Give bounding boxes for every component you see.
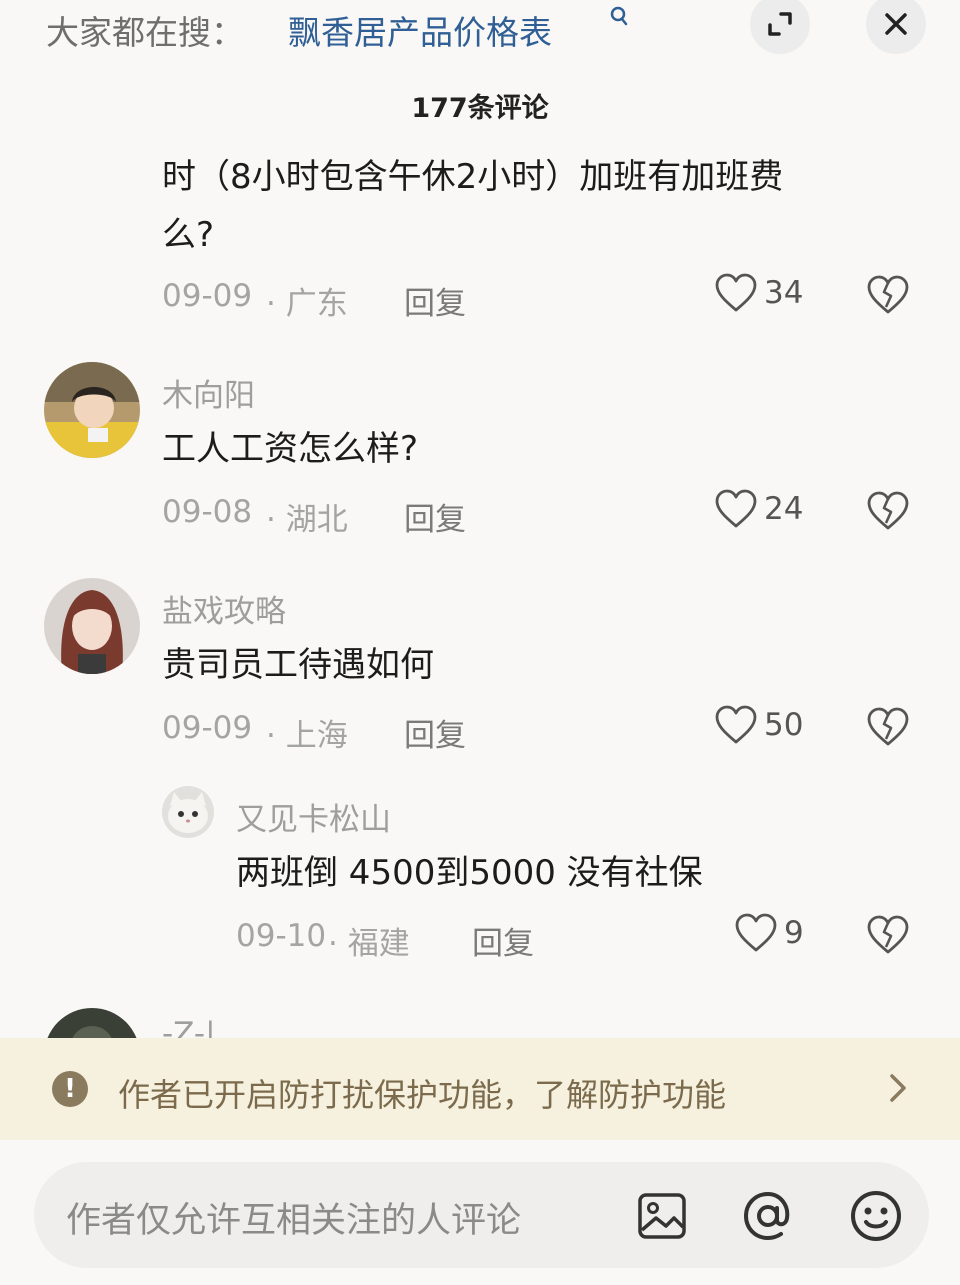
comment-date: 09-10	[236, 918, 327, 954]
search-hint-label: 大家都在搜：	[46, 13, 244, 52]
comment-location: · 湖北	[266, 502, 348, 538]
dislike-broken-heart-icon[interactable]	[866, 706, 910, 748]
comment-count-title: 177条评论	[411, 93, 549, 124]
like-button[interactable]: 50	[714, 704, 803, 746]
mention-at-icon[interactable]	[740, 1188, 796, 1244]
expand-button[interactable]	[750, 0, 810, 54]
username[interactable]: 木向阳	[162, 370, 255, 415]
like-count: 34	[764, 275, 804, 311]
comment-text: 工人工资怎么样?	[162, 429, 419, 469]
like-count: 9	[784, 915, 804, 951]
close-icon	[885, 13, 907, 35]
comment-location: · 广东	[266, 286, 348, 322]
username[interactable]: 盐戏攻略	[162, 586, 286, 631]
like-button[interactable]: 34	[714, 272, 803, 314]
username[interactable]: 又见卡松山	[236, 794, 391, 839]
comment-date: 09-08	[162, 494, 253, 530]
close-button[interactable]	[866, 0, 926, 54]
reply-button[interactable]: 回复	[404, 494, 466, 539]
reply-button[interactable]: 回复	[404, 710, 466, 755]
like-button[interactable]: 24	[714, 488, 803, 530]
avatar[interactable]	[44, 362, 140, 458]
search-icon	[610, 6, 628, 26]
comment-date: 09-09	[162, 710, 253, 746]
comment-text-line: 时（8小时包含午休2小时）加班有加班费	[162, 157, 784, 197]
avatar[interactable]	[44, 578, 140, 674]
comment-text-line: 么?	[162, 215, 215, 255]
comment-location: · 福建	[328, 926, 410, 962]
heart-icon	[715, 489, 757, 528]
like-count: 50	[764, 707, 804, 743]
comment-input-placeholder: 作者仅允许互相关注的人评论	[66, 1201, 522, 1241]
exclamation-icon: !	[52, 1071, 88, 1107]
avatar[interactable]	[162, 786, 214, 838]
emoji-icon[interactable]	[848, 1188, 904, 1244]
dislike-broken-heart-icon[interactable]	[866, 490, 910, 532]
comment-text: 两班倒 4500到5000 没有社保	[236, 853, 703, 893]
comment-text: 贵司员工待遇如何	[162, 645, 434, 685]
protection-notice-text: 作者已开启防打扰保护功能，了解防护功能	[118, 1076, 727, 1114]
search-suggestion-link[interactable]: 飘香居产品价格表	[288, 6, 552, 54]
comment-date: 09-09	[162, 278, 253, 314]
heart-icon	[715, 273, 757, 312]
image-picker-icon[interactable]	[636, 1190, 688, 1242]
comment-location: · 上海	[266, 718, 348, 754]
dislike-broken-heart-icon[interactable]	[866, 274, 910, 316]
chevron-right-icon	[890, 1074, 906, 1102]
expand-icon	[768, 12, 792, 36]
like-button[interactable]: 9	[734, 912, 804, 954]
heart-icon	[715, 705, 757, 744]
reply-button[interactable]: 回复	[472, 918, 534, 963]
like-count: 24	[764, 491, 804, 527]
dislike-broken-heart-icon[interactable]	[866, 914, 910, 956]
reply-button[interactable]: 回复	[404, 278, 466, 323]
top-bar: 大家都在搜： 飘香居产品价格表	[0, 0, 960, 70]
protection-notice-banner[interactable]: ! 作者已开启防打扰保护功能，了解防护功能	[0, 1038, 960, 1140]
heart-icon	[735, 913, 777, 952]
